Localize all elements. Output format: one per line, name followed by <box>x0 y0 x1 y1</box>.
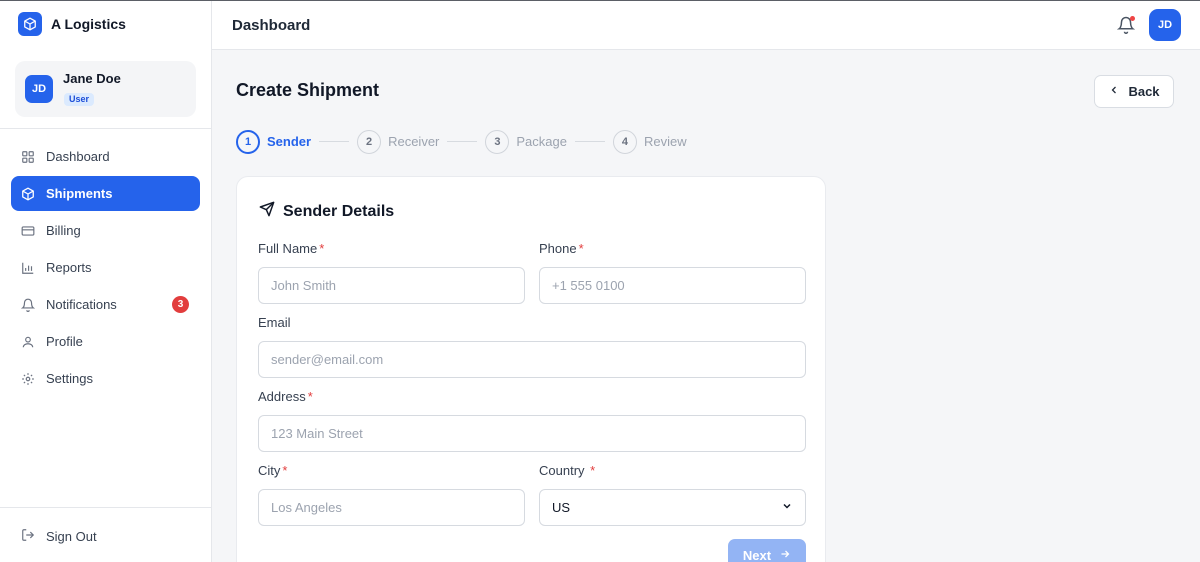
send-icon <box>259 201 275 222</box>
address-input[interactable] <box>258 415 806 452</box>
label-text: Address <box>258 389 306 404</box>
required-marker: * <box>307 389 313 404</box>
required-marker: * <box>590 463 596 478</box>
back-label: Back <box>1128 84 1160 99</box>
city-field: City * <box>258 463 525 526</box>
email-field: Email <box>258 315 806 378</box>
sender-details-card: Sender Details Full Name* Phone* Email A… <box>236 176 826 562</box>
sidebar: A Logistics JD Jane Doe User Dashboard S… <box>0 0 212 562</box>
credit-card-icon <box>21 224 35 238</box>
card-header: Sender Details <box>259 201 394 222</box>
sidebar-item-settings[interactable]: Settings <box>11 361 200 396</box>
step-number: 1 <box>236 129 260 154</box>
next-label: Next <box>742 547 772 562</box>
required-marker: * <box>578 241 584 256</box>
progress-stepper: 1 Sender 2 Receiver 3 Package 4 Review <box>236 129 687 154</box>
header-avatar[interactable]: JD <box>1149 9 1181 41</box>
step-number: 2 <box>357 129 382 154</box>
email-input[interactable] <box>258 341 806 378</box>
address-field: Address * <box>258 389 806 452</box>
header-title: Dashboard <box>232 17 311 34</box>
label-text: Phone <box>539 241 577 256</box>
user-icon <box>21 335 35 349</box>
sign-out-button[interactable]: Sign Out <box>11 519 200 554</box>
full-name-input[interactable] <box>258 267 525 304</box>
user-avatar: JD <box>25 75 53 103</box>
sidebar-item-shipments[interactable]: Shipments <box>11 176 200 211</box>
label-text: Country <box>539 463 585 478</box>
step-connector <box>319 141 350 142</box>
sidebar-item-label: Settings <box>46 371 93 386</box>
sidebar-item-label: Notifications <box>46 297 117 312</box>
required-marker: * <box>282 463 288 478</box>
bar-chart-icon <box>21 261 35 275</box>
gear-icon <box>21 372 35 386</box>
step-label: Review <box>643 134 687 149</box>
chevron-left-icon <box>1108 84 1120 99</box>
sidebar-item-dashboard[interactable]: Dashboard <box>11 139 200 174</box>
full-name-label: Full Name * <box>258 241 525 257</box>
step-number: 3 <box>485 129 510 154</box>
sidebar-divider <box>0 128 211 129</box>
logout-icon <box>21 528 35 545</box>
address-label: Address * <box>258 389 806 405</box>
package-logo-icon <box>18 12 42 36</box>
back-button[interactable]: Back <box>1094 75 1174 108</box>
step-label: Package <box>516 134 567 149</box>
brand[interactable]: A Logistics <box>18 12 126 36</box>
step-label: Sender <box>267 134 312 149</box>
step-connector <box>574 141 605 142</box>
required-marker: * <box>319 241 325 256</box>
page-title: Create Shipment <box>236 80 380 100</box>
city-label: City * <box>258 463 525 479</box>
arrow-right-icon <box>779 548 791 562</box>
top-header: Dashboard JD <box>212 1 1200 50</box>
sidebar-item-label: Reports <box>46 260 92 275</box>
user-role-badge: User <box>64 93 95 106</box>
bell-icon <box>21 298 35 312</box>
sidebar-item-notifications[interactable]: Notifications 3 <box>11 287 200 322</box>
label-text: Full Name <box>258 241 318 256</box>
sidebar-item-profile[interactable]: Profile <box>11 324 200 359</box>
box-icon <box>21 187 35 201</box>
sidebar-divider <box>0 507 211 508</box>
chevron-down-icon <box>781 500 793 515</box>
next-button[interactable]: Next <box>728 539 806 562</box>
step-label: Receiver <box>388 134 440 149</box>
window-top-border <box>0 0 1200 1</box>
step-sender[interactable]: 1 Sender <box>236 129 312 154</box>
country-label: Country * <box>539 463 806 479</box>
user-card[interactable]: JD Jane Doe User <box>15 61 196 117</box>
grid-icon <box>21 150 35 164</box>
step-number: 4 <box>612 129 637 154</box>
unread-dot <box>1130 16 1135 21</box>
label-text: City <box>258 463 281 478</box>
card-title: Sender Details <box>283 202 395 220</box>
sidebar-item-label: Dashboard <box>46 149 110 164</box>
notification-count-badge: 3 <box>172 296 189 313</box>
full-name-field: Full Name * <box>258 241 525 304</box>
country-select[interactable]: US <box>539 489 806 526</box>
country-field: Country * US <box>539 463 806 526</box>
country-selected-value: US <box>552 500 571 515</box>
step-review[interactable]: 4 Review <box>612 129 687 154</box>
step-connector <box>447 141 478 142</box>
user-name: Jane Doe <box>63 71 121 86</box>
city-input[interactable] <box>258 489 525 526</box>
sidebar-item-billing[interactable]: Billing <box>11 213 200 248</box>
sidebar-item-reports[interactable]: Reports <box>11 250 200 285</box>
sidebar-item-label: Billing <box>46 223 81 238</box>
brand-name: A Logistics <box>51 16 126 32</box>
email-label: Email <box>258 315 291 330</box>
sidebar-item-label: Shipments <box>46 186 113 201</box>
sidebar-item-label: Profile <box>46 334 83 349</box>
phone-field: Phone * <box>539 241 806 304</box>
sidebar-nav: Dashboard Shipments Billing Reports Noti… <box>11 139 200 398</box>
sign-out-label: Sign Out <box>46 529 97 544</box>
step-receiver[interactable]: 2 Receiver <box>357 129 440 154</box>
phone-label: Phone * <box>539 241 806 257</box>
step-package[interactable]: 3 Package <box>485 129 567 154</box>
phone-input[interactable] <box>539 267 806 304</box>
